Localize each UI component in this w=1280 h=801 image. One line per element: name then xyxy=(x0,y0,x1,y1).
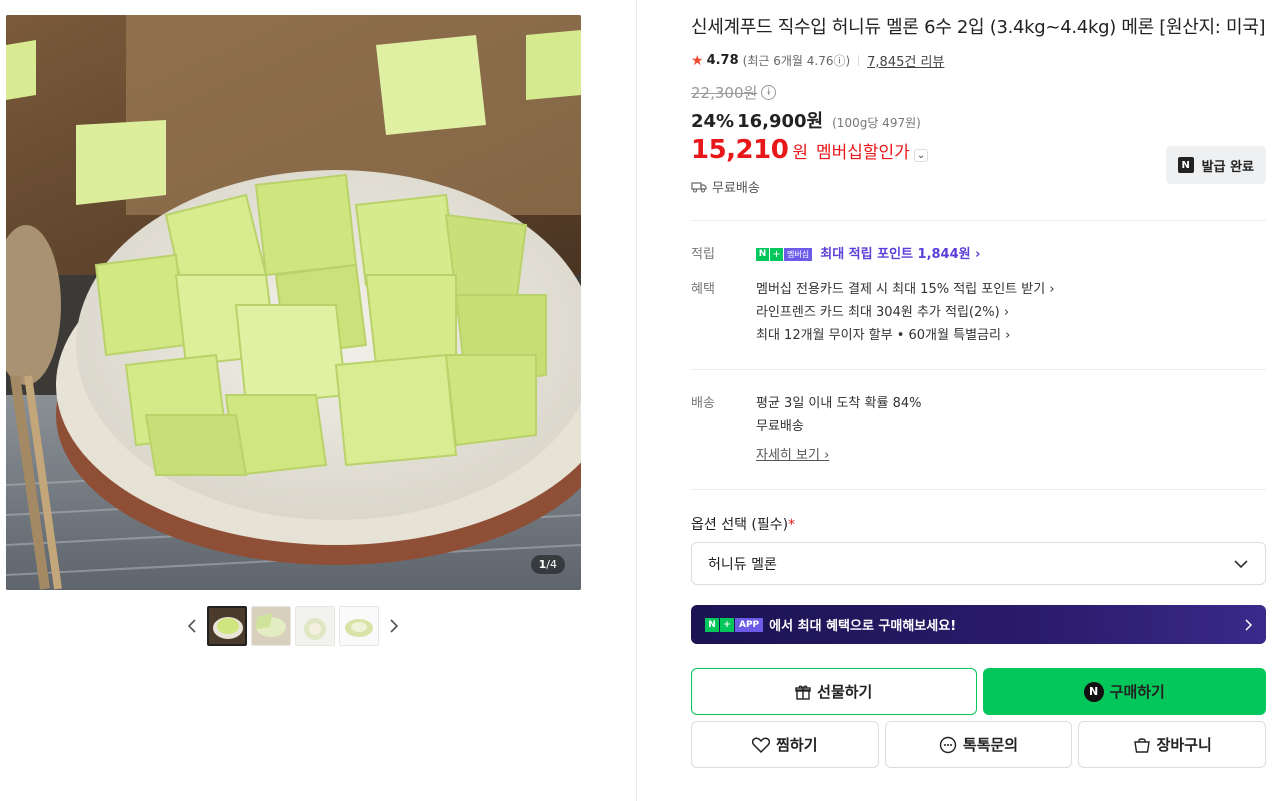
coupon-label: 발급 완료 xyxy=(1201,159,1254,175)
points-row: 적립 N + 멤버십 최대 적립 포인트 1,844원 › xyxy=(691,243,1266,266)
shopping-bag-icon xyxy=(1133,737,1150,753)
chevron-left-icon xyxy=(187,619,196,633)
thumbnail-2[interactable] xyxy=(251,606,291,646)
rating-row: ★ 4.78 (최근 6개월 4.76ⓘ) 7,845건 리뷰 xyxy=(691,51,1266,71)
truck-icon xyxy=(691,181,707,192)
buy-label: 구매하기 xyxy=(1109,683,1165,701)
benefit-line-installment[interactable]: 최대 12개월 무이자 할부 • 60개월 특별금리 › xyxy=(756,324,1266,347)
points-value: N + 멤버십 최대 적립 포인트 1,844원 › xyxy=(756,243,1266,266)
chevron-down-icon xyxy=(1234,559,1248,568)
benefit-line-linefriends[interactable]: 라인프렌즈 카드 최대 304원 추가 적립(2%) › xyxy=(756,301,1266,324)
chevron-right-icon xyxy=(1245,618,1252,631)
buy-button[interactable]: N 구매하기 xyxy=(982,668,1266,715)
thumbnail-1[interactable] xyxy=(207,606,247,646)
product-gallery: 1/4 xyxy=(0,0,636,801)
product-info-panel: 신세계푸드 직수입 허니듀 멜론 6수 2입 (3.4kg~4.4kg) 메론 … xyxy=(691,14,1267,768)
panel-divider xyxy=(636,0,637,801)
thumbnail-4[interactable] xyxy=(339,606,379,646)
cart-button[interactable]: 장바구니 xyxy=(1078,721,1267,768)
delivery-info: 평균 3일 이내 도착 확률 84% 무료배송 자세히 보기 › xyxy=(756,392,1266,467)
option-selected-value: 허니듀 멜론 xyxy=(708,556,777,573)
divider xyxy=(691,369,1266,370)
original-price-value: 22,300원 xyxy=(691,84,758,102)
required-mark: * xyxy=(788,517,796,533)
naver-plus-app-badge: N + APP xyxy=(705,617,764,632)
benefits-row: 혜택 멤버십 전용카드 결제 시 최대 15% 적립 포인트 받기 › 라인프렌… xyxy=(691,278,1266,347)
option-select[interactable]: 허니듀 멜론 xyxy=(691,542,1266,585)
option-label: 옵션 선택 (필수)* xyxy=(691,517,796,533)
info-icon[interactable]: i xyxy=(761,85,777,100)
benefit-line-card[interactable]: 멤버십 전용카드 결제 시 최대 15% 적립 포인트 받기 › xyxy=(756,278,1266,301)
cart-label: 장바구니 xyxy=(1156,736,1212,754)
product-title: 신세계푸드 직수입 허니듀 멜론 6수 2입 (3.4kg~4.4kg) 메론 … xyxy=(691,17,1266,38)
original-price: 22,300원 i xyxy=(691,82,1266,103)
review-count-link[interactable]: 7,845건 리뷰 xyxy=(867,51,944,70)
member-price-label[interactable]: 멤버십할인가 xyxy=(816,138,910,163)
talk-inquiry-button[interactable]: 톡톡문의 xyxy=(884,721,1073,768)
benefits-list: 멤버십 전용카드 결제 시 최대 15% 적립 포인트 받기 › 라인프렌즈 카… xyxy=(756,278,1266,347)
divider xyxy=(691,489,1266,490)
chevron-right-icon xyxy=(390,619,399,633)
primary-actions: 선물하기 N 구매하기 xyxy=(691,668,1266,715)
gift-icon xyxy=(795,685,811,700)
thumb-next-button[interactable] xyxy=(383,606,405,646)
delivery-key: 배송 xyxy=(691,396,715,411)
star-icon: ★ xyxy=(691,52,704,69)
gift-button[interactable]: 선물하기 xyxy=(691,668,977,715)
delivery-row: 배송 평균 3일 이내 도착 확률 84% 무료배송 자세히 보기 › xyxy=(691,392,1266,467)
honeydew-bowl-image xyxy=(6,15,581,590)
member-price-currency: 원 xyxy=(792,143,808,163)
delivery-eta: 평균 3일 이내 도착 확률 84% xyxy=(756,396,922,411)
main-product-image[interactable]: 1/4 xyxy=(6,15,581,590)
secondary-actions: 찜하기 톡톡문의 장바구니 xyxy=(691,721,1267,768)
delivery-detail-link[interactable]: 자세히 보기 › xyxy=(756,448,829,463)
wish-label: 찜하기 xyxy=(776,736,818,754)
naver-n-icon: N xyxy=(1177,157,1194,173)
points-key: 적립 xyxy=(691,247,715,262)
shipping-summary-text: 무료배송 xyxy=(712,181,760,196)
unit-price: (100g당 497원) xyxy=(832,116,921,130)
gift-label: 선물하기 xyxy=(817,683,873,701)
wish-button[interactable]: 찜하기 xyxy=(691,721,879,768)
naver-pay-icon: N xyxy=(1083,681,1104,702)
divider xyxy=(691,220,1266,221)
chevron-down-icon[interactable]: ⌄ xyxy=(913,149,929,162)
image-counter: 1/4 xyxy=(530,555,565,574)
separator xyxy=(858,55,860,66)
discount-rate: 24% xyxy=(691,111,735,132)
naver-plus-badge: N + 멤버십 xyxy=(756,248,813,261)
talk-label: 톡톡문의 xyxy=(962,736,1019,754)
max-points-link[interactable]: 최대 적립 포인트 1,844원 › xyxy=(820,247,980,262)
app-promo-banner[interactable]: N + APP 에서 최대 혜택으로 구매해보세요! xyxy=(691,605,1266,644)
recent-rating[interactable]: (최근 6개월 4.76ⓘ) xyxy=(743,52,851,69)
sale-price-row: 24% 16,900원 (100g당 497원) xyxy=(691,107,1266,133)
app-promo-text: 에서 최대 혜택으로 구매해보세요! xyxy=(769,619,957,634)
thumb-prev-button[interactable] xyxy=(181,606,203,646)
coupon-issued-button[interactable]: N 발급 완료 xyxy=(1165,146,1266,184)
delivery-fee: 무료배송 xyxy=(756,419,804,434)
sale-price: 16,900원 xyxy=(737,111,824,132)
chat-bubble-icon xyxy=(939,736,957,753)
member-price: 15,210 xyxy=(691,135,789,165)
heart-icon xyxy=(752,737,771,753)
rating-score: 4.78 xyxy=(706,53,739,68)
thumbnail-strip xyxy=(181,606,405,646)
thumbnail-3[interactable] xyxy=(295,606,335,646)
benefits-key: 혜택 xyxy=(691,282,715,297)
